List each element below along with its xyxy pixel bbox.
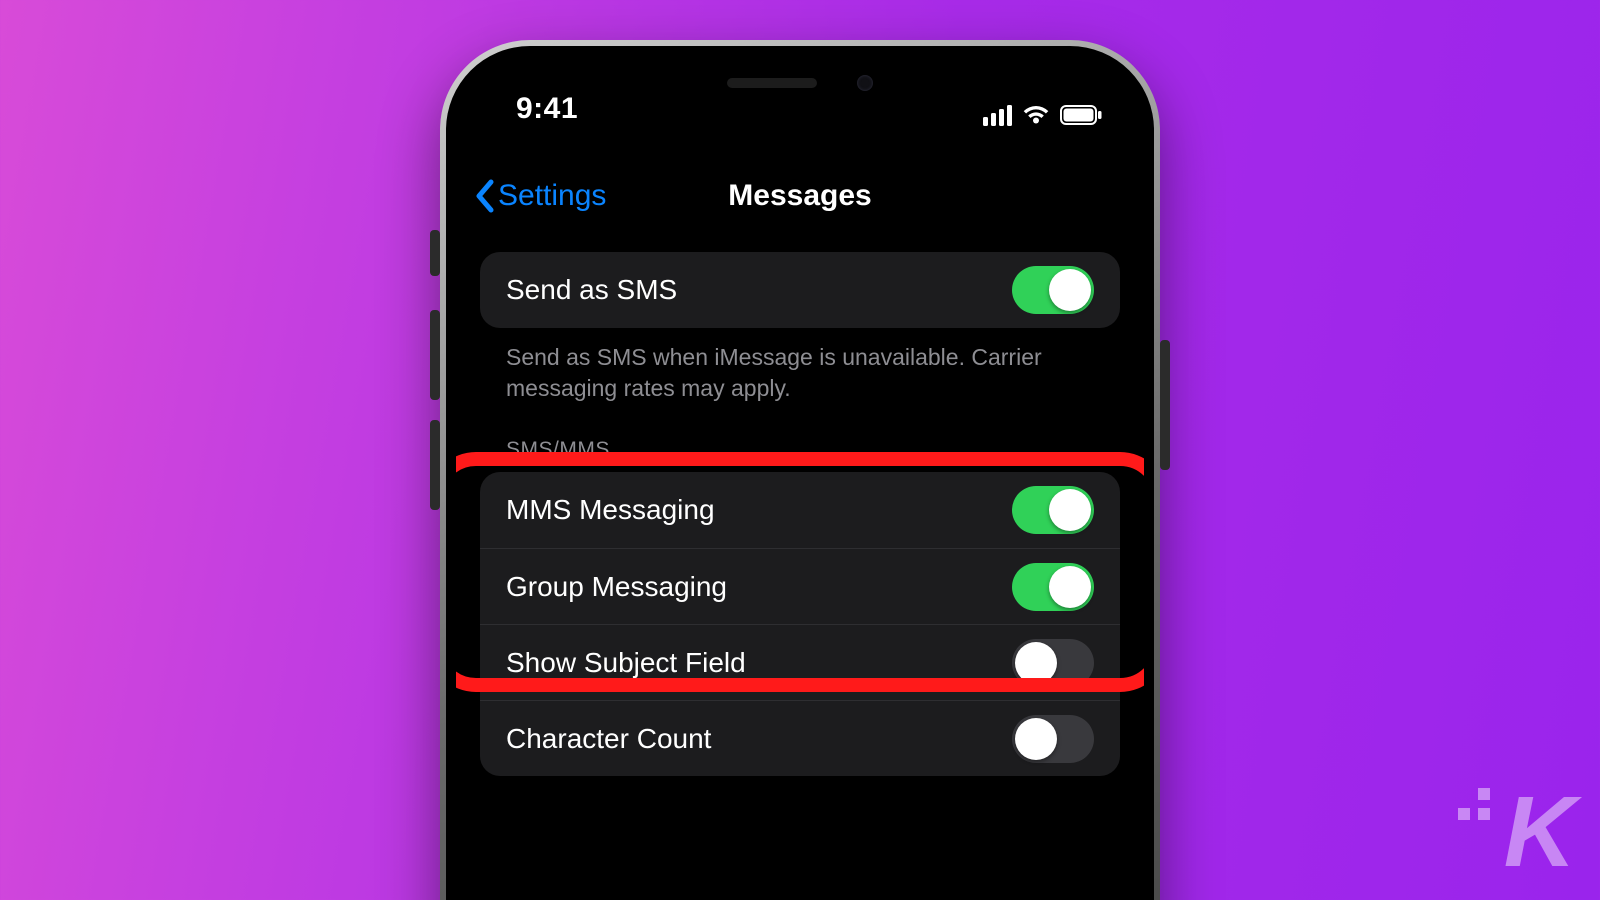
navigation-bar: Settings Messages	[456, 166, 1144, 226]
send-as-sms-label: Send as SMS	[506, 274, 677, 306]
mms-messaging-row[interactable]: MMS Messaging	[480, 472, 1120, 548]
phone-screen: 9:41	[456, 56, 1144, 900]
show-subject-field-row[interactable]: Show Subject Field	[480, 624, 1120, 700]
wifi-icon	[1022, 104, 1050, 126]
character-count-label: Character Count	[506, 723, 711, 755]
show-subject-field-label: Show Subject Field	[506, 647, 746, 679]
sms-mms-section-header: SMS/MMS	[480, 404, 1120, 472]
send-as-sms-group: Send as SMS	[480, 252, 1120, 328]
front-camera	[857, 75, 873, 91]
group-messaging-row[interactable]: Group Messaging	[480, 548, 1120, 624]
back-button[interactable]: Settings	[474, 166, 606, 226]
group-messaging-toggle[interactable]	[1012, 563, 1094, 611]
earpiece-speaker	[727, 78, 817, 88]
notch	[650, 56, 950, 110]
page-title: Messages	[728, 179, 871, 213]
chevron-left-icon	[474, 179, 496, 213]
mute-switch[interactable]	[430, 230, 440, 276]
phone-bezel: 9:41	[446, 46, 1154, 900]
send-as-sms-row[interactable]: Send as SMS	[480, 252, 1120, 328]
watermark-logo: K	[1504, 782, 1572, 882]
volume-up-button[interactable]	[430, 310, 440, 400]
group-messaging-label: Group Messaging	[506, 571, 727, 603]
phone-frame: 9:41	[440, 40, 1160, 900]
character-count-toggle[interactable]	[1012, 715, 1094, 763]
sms-mms-group: MMS Messaging Group Messaging Show Subje…	[480, 472, 1120, 776]
character-count-row[interactable]: Character Count	[480, 700, 1120, 776]
settings-content: Send as SMS Send as SMS when iMessage is…	[456, 252, 1144, 900]
volume-down-button[interactable]	[430, 420, 440, 510]
status-time: 9:41	[492, 92, 578, 126]
cellular-signal-icon	[983, 105, 1012, 126]
watermark-letter: K	[1504, 776, 1572, 888]
send-as-sms-toggle[interactable]	[1012, 266, 1094, 314]
show-subject-field-toggle[interactable]	[1012, 639, 1094, 687]
battery-icon	[1060, 105, 1102, 125]
mms-messaging-label: MMS Messaging	[506, 494, 715, 526]
power-button[interactable]	[1160, 340, 1170, 470]
back-label: Settings	[498, 179, 606, 213]
send-as-sms-footnote: Send as SMS when iMessage is unavailable…	[480, 328, 1120, 404]
mms-messaging-toggle[interactable]	[1012, 486, 1094, 534]
